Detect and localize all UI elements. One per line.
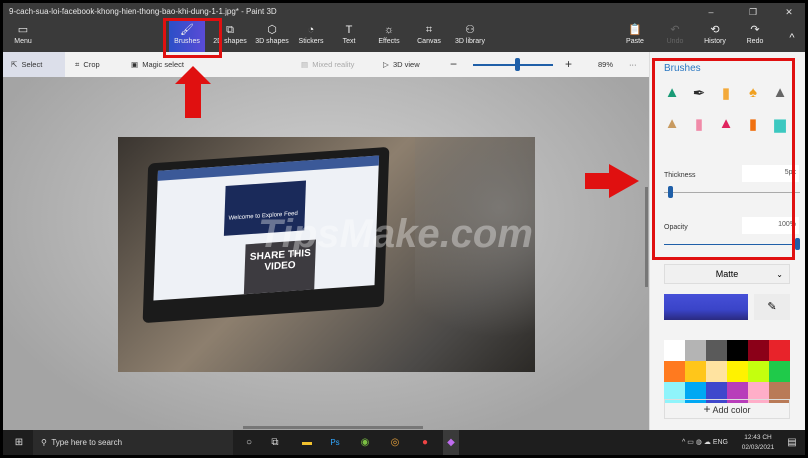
effects-icon: ☼ [383,24,395,36]
search-icon: ⚲ [41,438,47,447]
3d-library-icon: ⚇ [465,24,475,36]
history-button[interactable]: ⟲ History [699,23,731,53]
redo-icon: ↷ [750,24,760,36]
system-tray[interactable]: ^ ▭ ◍ ☁ ENG [665,430,745,455]
color-swatch[interactable] [748,340,769,361]
file-explorer-icon[interactable]: ▬ [299,430,315,455]
annotation-arrow-right [609,164,639,198]
annotation-box-brushes [163,18,222,58]
undo-button[interactable]: ↶ Undo [661,23,689,53]
menu-icon: ▭ [17,24,29,36]
tab-canvas[interactable]: ⌗ Canvas [413,23,445,53]
tab-stickers[interactable]: ◔ Stickers [295,23,327,53]
color-swatch[interactable] [664,361,685,382]
photoshop-icon[interactable]: Ps [327,430,343,455]
annotation-arrow-right-shaft [585,173,609,189]
task-view-icon[interactable]: ⧉ [267,430,283,455]
paste-icon: 📋 [628,24,642,36]
canvas-area[interactable]: Welcome to Explore Feed SHARE THIS VIDEO… [3,77,649,430]
annotation-box-panel [652,58,795,260]
eyedropper-icon: ✎ [767,301,777,313]
color-swatch[interactable] [664,340,685,361]
vertical-scrollbar[interactable] [645,187,648,287]
app-icon[interactable]: ◉ [357,430,373,455]
stickers-icon: ◔ [307,24,315,36]
3d-view-button[interactable]: ▷ 3D view [383,52,420,77]
3d-shapes-icon: ⬡ [267,24,277,36]
history-icon: ⟲ [710,24,720,36]
window-title: 9-cach-sua-loi-facebook-khong-hien-thong… [9,7,277,16]
color-swatch[interactable] [685,361,706,382]
zoom-slider[interactable] [473,64,553,66]
zoom-in-button[interactable]: + [565,52,572,77]
color-swatch[interactable] [706,361,727,382]
select-icon: ⇱ [11,60,18,69]
paste-button[interactable]: 📋 Paste [621,23,649,53]
watermark: TipsMake.com [258,212,533,256]
close-button[interactable]: ✕ [775,3,803,21]
undo-icon: ↶ [670,24,680,36]
collapse-ribbon-icon[interactable]: ^ [783,23,801,53]
color-swatch[interactable] [685,340,706,361]
crop-button[interactable]: ⌗ Crop [75,52,100,77]
finish-dropdown[interactable]: Matte ⌄ [664,264,790,284]
zoom-out-button[interactable]: − [450,52,457,77]
zoom-slider-thumb[interactable] [515,58,520,71]
tool-options-bar: ⇱ Select ⌗ Crop ▣ Magic select ▤ Mixed r… [3,52,649,77]
redo-button[interactable]: ↷ Redo [741,23,769,53]
color-swatch[interactable] [769,340,790,361]
color-swatch[interactable] [727,361,748,382]
text-icon: T [345,24,353,36]
mixed-reality-button[interactable]: ▤ Mixed reality [301,52,354,77]
paint3d-taskbar-icon[interactable]: ◆ [443,430,459,455]
taskbar: ⊞ ⚲ Type here to search ○ ⧉ ▬ Ps ◉ ◎ ● ◆… [3,430,805,455]
color-swatch[interactable] [769,361,790,382]
magic-select-icon: ▣ [131,60,139,69]
tab-effects[interactable]: ☼ Effects [373,23,405,53]
zoom-level: 89% [598,60,614,69]
clock[interactable]: 12:43 CH 02/03/2021 [738,430,778,455]
add-color-button[interactable]: + Add color [664,399,790,419]
color-swatch[interactable] [727,340,748,361]
chrome-icon[interactable]: ◎ [387,430,403,455]
chevron-down-icon: ⌄ [776,270,783,279]
menu-button[interactable]: ▭ Menu [9,23,37,53]
annotation-arrow-up-shaft [185,84,201,118]
mixed-reality-icon: ▤ [301,60,309,69]
color-swatch[interactable] [706,340,727,361]
color-swatch[interactable] [748,361,769,382]
facebook-bar [157,155,380,181]
tab-3d-library[interactable]: ⚇ 3D library [451,23,489,53]
plus-icon: + [703,402,711,416]
3d-view-icon: ▷ [383,60,389,69]
notification-icon[interactable]: ▤ [783,430,801,455]
windows-start-icon[interactable]: ⊞ [9,430,29,455]
opacity-slider-thumb[interactable] [795,238,800,250]
tab-text[interactable]: T Text [335,23,363,53]
more-options-button[interactable]: ··· [629,52,637,77]
canvas-icon: ⌗ [425,24,433,36]
restore-button[interactable]: ❐ [739,3,767,21]
canvas-image[interactable]: Welcome to Explore Feed SHARE THIS VIDEO… [118,137,535,372]
tab-3d-shapes[interactable]: ⬡ 3D shapes [253,23,291,53]
annotation-arrow-up [175,66,211,84]
messenger-icon[interactable]: ● [417,430,433,455]
cortana-icon[interactable]: ○ [241,430,257,455]
horizontal-scrollbar[interactable] [243,426,423,429]
select-button[interactable]: ⇱ Select [3,52,65,77]
minimize-button[interactable]: – [697,3,725,21]
taskbar-search[interactable]: ⚲ Type here to search [33,430,233,455]
color-palette [664,340,790,403]
eyedropper-button[interactable]: ✎ [754,294,790,320]
current-color-swatch[interactable] [664,294,748,320]
crop-icon: ⌗ [75,60,80,69]
